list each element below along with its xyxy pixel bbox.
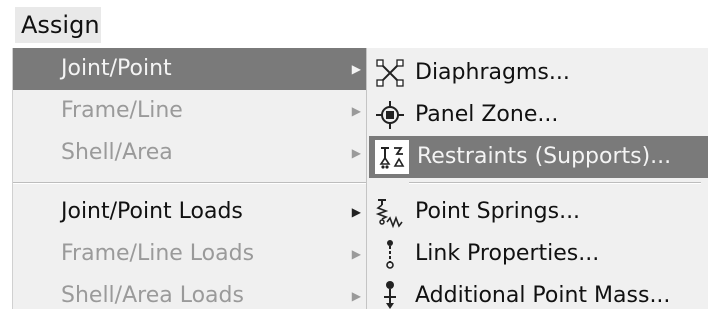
- submenu-item-label: Additional Point Mass...: [415, 283, 671, 308]
- assign-menu[interactable]: Assign: [15, 7, 101, 43]
- submenu-item-restraints[interactable]: Restraints (Supports)...: [369, 136, 708, 178]
- submenu-item-additional-point-mass[interactable]: Additional Point Mass...: [367, 275, 708, 317]
- menu-item-shell-area-loads[interactable]: Shell/Area Loads ▶: [13, 275, 367, 317]
- submenu-item-label: Diaphragms...: [415, 60, 570, 85]
- submenu-arrow-icon: ▶: [351, 205, 361, 219]
- menu-separator: [13, 182, 367, 184]
- submenu-arrow-icon: ▶: [351, 146, 361, 160]
- submenu-item-label: Restraints (Supports)...: [417, 144, 672, 169]
- submenu-item-diaphragms[interactable]: Diaphragms...: [367, 52, 708, 94]
- submenu-arrow-icon: ▶: [351, 247, 361, 261]
- menu-item-frame-line[interactable]: Frame/Line ▶: [13, 90, 367, 132]
- submenu-arrow-icon: ▶: [351, 104, 361, 118]
- submenu-arrow-icon: ▶: [351, 289, 361, 303]
- menu-item-label: Shell/Area Loads: [61, 283, 244, 308]
- submenu-item-panel-zone[interactable]: Panel Zone...: [367, 94, 708, 136]
- spring-icon: [373, 195, 407, 229]
- menu-item-joint-point-loads[interactable]: Joint/Point Loads ▶: [13, 191, 367, 233]
- menu-item-joint-point[interactable]: Joint/Point ▶: [13, 48, 367, 90]
- menu-item-shell-area[interactable]: Shell/Area ▶: [13, 132, 367, 174]
- submenu-arrow-icon: ▶: [351, 62, 361, 76]
- submenu-item-label: Panel Zone...: [415, 102, 559, 127]
- menu-item-label: Frame/Line: [61, 98, 183, 123]
- point-mass-icon: [373, 279, 407, 313]
- menu-item-frame-line-loads[interactable]: Frame/Line Loads ▶: [13, 233, 367, 275]
- menu-item-label: Joint/Point Loads: [61, 199, 243, 224]
- menu-item-label: Frame/Line Loads: [61, 241, 255, 266]
- restraints-icon: [375, 140, 409, 174]
- assign-menu-label: Assign: [21, 11, 100, 39]
- submenu-item-link-properties[interactable]: Link Properties...: [367, 233, 708, 275]
- submenu-separator: [409, 182, 701, 184]
- menu-bar: Assign: [0, 0, 708, 48]
- diaphragm-icon: [373, 56, 407, 90]
- menu-item-label: Joint/Point: [61, 56, 172, 81]
- joint-point-submenu: Diaphragms... Panel Zone... Restraints (…: [366, 48, 708, 309]
- submenu-item-point-springs[interactable]: Point Springs...: [367, 191, 708, 233]
- menu-item-label: Shell/Area: [61, 140, 173, 165]
- submenu-item-label: Point Springs...: [415, 199, 581, 224]
- assign-dropdown-menu: Joint/Point ▶ Frame/Line ▶ Shell/Area ▶ …: [12, 48, 367, 309]
- panel-zone-icon: [373, 98, 407, 132]
- submenu-item-label: Link Properties...: [415, 241, 600, 266]
- link-icon: [373, 237, 407, 271]
